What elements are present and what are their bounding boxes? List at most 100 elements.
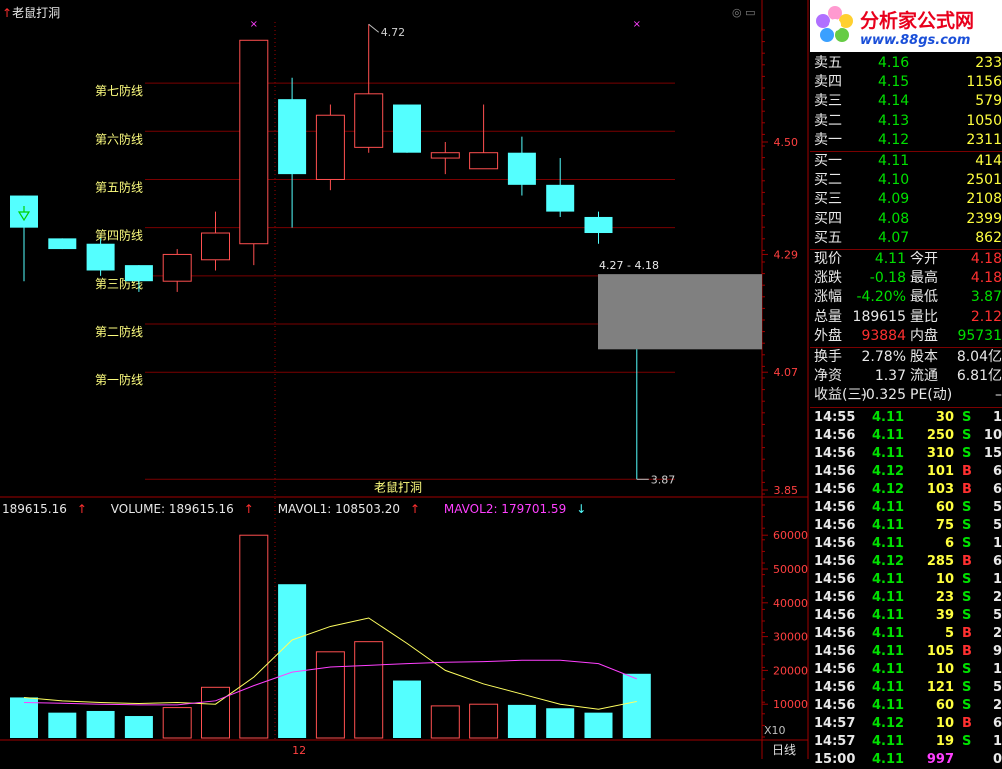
tick-count: 1: [992, 535, 1002, 551]
tick-price: 4.11: [872, 409, 905, 425]
tick-count: 2: [992, 697, 1002, 713]
fundamental-row: 收益(三) -0.325 PE(动) –: [810, 386, 1002, 405]
tick-row[interactable]: 14:56 4.11 60 S 2: [810, 697, 1002, 715]
tick-row[interactable]: 14:56 4.11 39 S 5: [810, 607, 1002, 625]
tick-row[interactable]: 14:56 4.11 310 S 15: [810, 445, 1002, 463]
tick-side: B: [962, 643, 972, 659]
tick-price: 4.12: [872, 553, 905, 569]
tick-time: 14:56: [814, 661, 856, 677]
tick-price: 4.11: [872, 589, 905, 605]
tick-time: 14:56: [814, 499, 856, 515]
tick-time: 14:56: [814, 679, 856, 695]
bid-label: 买三: [814, 191, 842, 208]
tick-volume: 285: [926, 553, 954, 569]
tick-row[interactable]: 14:56 4.11 60 S 5: [810, 499, 1002, 517]
volume-bar: [10, 697, 38, 738]
tick-row[interactable]: 15:00 4.11 997 0: [810, 751, 1002, 769]
tick-side: S: [962, 499, 972, 515]
bid-volume: 414: [975, 153, 1002, 169]
tick-row[interactable]: 14:56 4.11 6 S 1: [810, 535, 1002, 553]
ask-row: 卖一 4.12 2311: [810, 131, 1002, 150]
ask-label: 卖三: [814, 93, 842, 110]
tick-volume: 6: [944, 535, 954, 551]
tick-row[interactable]: 14:56 4.11 23 S 2: [810, 589, 1002, 607]
tick-volume: 250: [926, 427, 954, 443]
fundamental-row: 净资 1.37 流通 6.81亿: [810, 367, 1002, 386]
tick-row[interactable]: 14:56 4.11 75 S 5: [810, 517, 1002, 535]
tick-row[interactable]: 14:56 4.11 105 B 9: [810, 643, 1002, 661]
restore-icon[interactable]: ▭: [745, 6, 755, 19]
tick-row[interactable]: 14:56 4.12 101 B 6: [810, 463, 1002, 481]
tick-time: 14:56: [814, 463, 856, 479]
candle-body: [201, 232, 230, 261]
chart-canvas[interactable]: 4.504.294.073.85第七防线第六防线第五防线第四防线第三防线第二防线…: [0, 0, 810, 759]
panel-separator: [810, 406, 1002, 408]
low-price-label: 3.87: [651, 473, 676, 486]
tick-side: S: [962, 517, 972, 533]
ask-volume: 233: [975, 55, 1002, 71]
ask-label: 卖四: [814, 74, 842, 91]
tick-volume: 103: [926, 481, 954, 497]
tick-side: S: [962, 733, 972, 749]
tick-row[interactable]: 14:56 4.11 10 S 1: [810, 661, 1002, 679]
tick-count: 6: [992, 481, 1002, 497]
bid-volume: 862: [975, 229, 1002, 246]
mavol1-label: MAVOL1: 108503.20 ↑: [277, 502, 421, 516]
tick-row[interactable]: 14:57 4.11 19 S 1: [810, 733, 1002, 751]
tick-time: 14:56: [814, 571, 856, 587]
tick-price: 4.11: [872, 625, 905, 641]
tick-side: S: [962, 607, 972, 623]
tick-volume: 10: [935, 661, 954, 677]
tick-price: 4.11: [872, 499, 905, 515]
candle-body: [546, 184, 575, 212]
volume-bar: [622, 673, 651, 738]
up-arrow-icon: ↑: [2, 6, 13, 20]
tick-row[interactable]: 14:57 4.12 10 B 6: [810, 715, 1002, 733]
tick-row[interactable]: 14:56 4.11 10 S 1: [810, 571, 1002, 589]
tick-row[interactable]: 14:56 4.12 285 B 6: [810, 553, 1002, 571]
stat-value: -0.325: [860, 387, 906, 404]
stat-row: 外盘 93884 内盘 95731: [810, 327, 1002, 346]
volume-bar: [354, 641, 384, 739]
tick-count: 6: [992, 463, 1002, 479]
quote-panel: 分析家公式网 www.88gs.com 卖五 4.16 233 卖四 4.15 1156 卖…: [810, 0, 1002, 767]
volume-bar: [315, 651, 345, 739]
tick-count: 5: [992, 679, 1002, 695]
stat-label: 股本: [910, 349, 938, 365]
stat-value: 189615: [852, 308, 906, 325]
tick-row[interactable]: 14:55 4.11 30 S 1: [810, 409, 1002, 427]
tick-count: 0: [992, 751, 1002, 767]
gap-box: [598, 274, 762, 350]
tick-time: 14:56: [814, 625, 856, 641]
defense-line-label: 第二防线: [95, 324, 143, 339]
tick-row[interactable]: 14:56 4.11 121 S 5: [810, 679, 1002, 697]
window-controls[interactable]: ◎ ▭: [732, 6, 756, 19]
site-logo: 分析家公式网 www.88gs.com: [810, 0, 1002, 52]
tick-side: S: [962, 661, 972, 677]
tick-time: 14:55: [814, 409, 856, 425]
bottom-line-label: 老鼠打洞: [374, 480, 422, 494]
tick-volume: 10: [935, 715, 954, 731]
volume-bar: [430, 705, 460, 739]
ask-price: 4.12: [878, 131, 910, 148]
tick-row[interactable]: 14:56 4.11 250 S 10: [810, 427, 1002, 445]
zoom-icon[interactable]: ◎: [732, 6, 742, 19]
tick-volume: 101: [926, 463, 954, 479]
tick-volume: 105: [926, 643, 954, 659]
tick-row[interactable]: 14:56 4.11 5 B 2: [810, 625, 1002, 643]
ask-label: 卖五: [814, 55, 842, 71]
tick-price: 4.11: [872, 535, 905, 551]
stat-label: 换手: [814, 349, 842, 365]
bid-label: 买五: [814, 229, 842, 246]
tick-price: 4.11: [872, 733, 905, 749]
tick-time: 14:56: [814, 553, 856, 569]
tick-row[interactable]: 14:56 4.12 103 B 6: [810, 481, 1002, 499]
tick-volume: 5: [944, 625, 954, 641]
stat-value: -4.20%: [856, 289, 906, 306]
ask-price: 4.16: [878, 55, 910, 71]
bid-volume: 2399: [966, 210, 1002, 227]
tick-side: S: [962, 409, 972, 425]
stat-label: 今开: [910, 251, 938, 267]
stat-label: 量比: [910, 308, 938, 325]
stat-label: 最低: [910, 289, 938, 306]
